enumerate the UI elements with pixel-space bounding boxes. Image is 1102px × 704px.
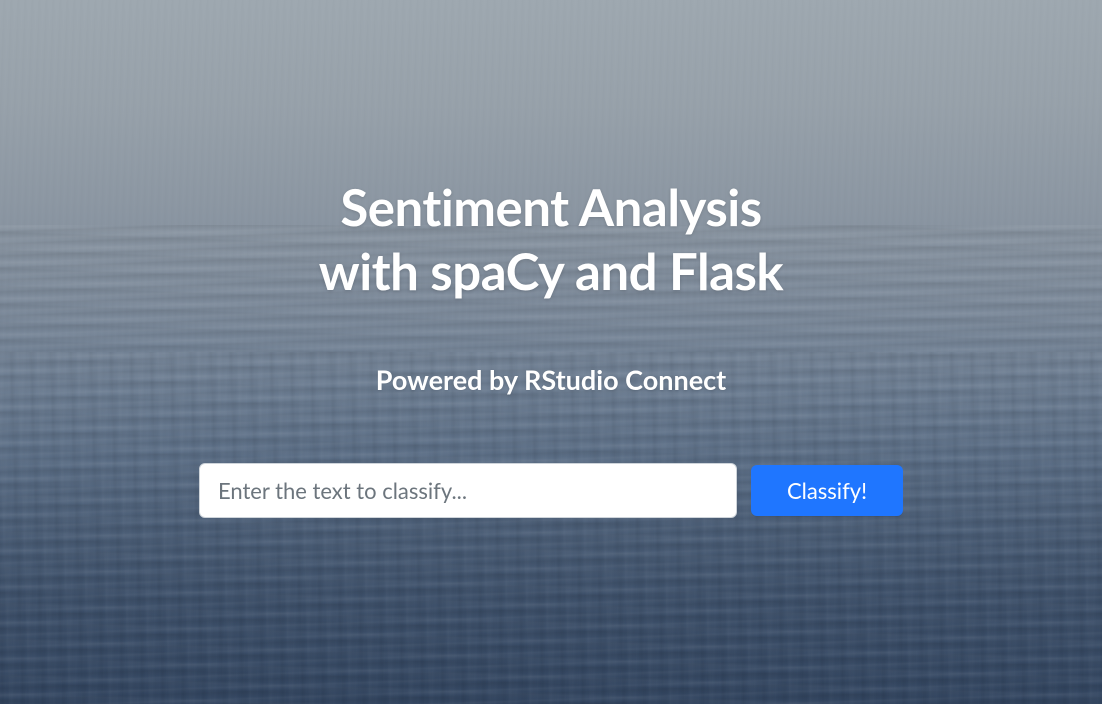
page-subtitle: Powered by RStudio Connect	[376, 363, 726, 396]
title-line-2: with spaCy and Flask	[319, 240, 783, 301]
hero-content: Sentiment Analysis with spaCy and Flask …	[0, 0, 1102, 704]
classify-text-input[interactable]	[199, 463, 737, 518]
classify-form: Classify!	[199, 463, 903, 518]
page-title: Sentiment Analysis with spaCy and Flask	[319, 175, 783, 303]
classify-button[interactable]: Classify!	[751, 465, 903, 516]
title-line-1: Sentiment Analysis	[340, 176, 761, 237]
